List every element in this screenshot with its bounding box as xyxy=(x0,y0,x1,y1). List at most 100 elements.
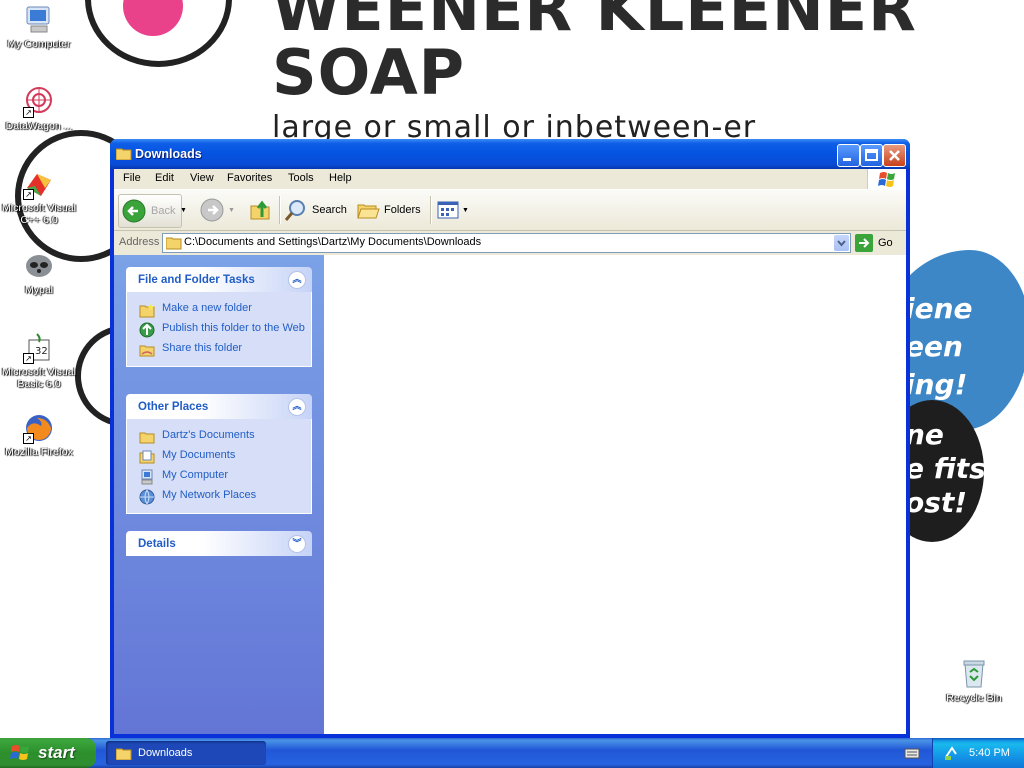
menu-edit[interactable]: Edit xyxy=(155,172,174,184)
menu-file[interactable]: File xyxy=(123,172,141,184)
wallpaper-text: iene xyxy=(905,292,973,325)
back-button[interactable]: Back xyxy=(118,194,182,228)
back-label: Back xyxy=(151,205,176,217)
network-places-icon xyxy=(139,489,155,505)
chevron-down-icon xyxy=(837,240,846,247)
up-folder-button[interactable] xyxy=(249,194,275,226)
back-dropdown[interactable]: ▼ xyxy=(180,194,190,226)
panel-header[interactable]: Other Places ︽ xyxy=(126,394,312,419)
wallpaper-ring xyxy=(85,0,232,67)
desktop-icon-firefox[interactable]: ↗ Mozilla Firefox xyxy=(1,412,77,458)
folders-icon xyxy=(357,204,380,219)
panel-title: File and Folder Tasks xyxy=(138,274,255,286)
desktop-icon-label: Microsoft Visual C++ 6.0 xyxy=(2,202,76,226)
taskbar-button-downloads[interactable]: Downloads xyxy=(106,741,266,765)
place-label: My Network Places xyxy=(162,489,257,501)
menu-help[interactable]: Help xyxy=(329,172,352,184)
menu-tools[interactable]: Tools xyxy=(288,172,314,184)
desktop-icon-label: Recycle Bin xyxy=(946,692,1002,704)
svg-text:32: 32 xyxy=(35,346,48,357)
mypal-icon xyxy=(23,250,55,282)
up-folder-icon xyxy=(250,200,270,220)
menu-bar: File Edit View Favorites Tools Help xyxy=(114,169,906,190)
windows-logo-icon xyxy=(867,169,906,189)
go-button[interactable]: Go xyxy=(855,233,893,253)
forward-button[interactable]: ▼ xyxy=(200,194,238,226)
minimize-button[interactable] xyxy=(837,144,860,167)
go-arrow-icon xyxy=(855,234,873,252)
title-bar[interactable]: Downloads xyxy=(110,139,910,169)
desktop-icon-visual-basic[interactable]: 32 ↗ Microsoft Visual Basic 6.0 xyxy=(1,332,77,390)
keyboard-tray-icon[interactable] xyxy=(904,746,920,763)
new-folder-icon xyxy=(139,303,155,318)
task-make-new-folder[interactable]: Make a new folder xyxy=(127,300,311,320)
share-folder-icon xyxy=(139,345,155,357)
toolbar: Back ▼ ▼ Search Folders ▼ xyxy=(114,190,906,231)
wallpaper-text: een xyxy=(905,330,963,363)
start-button[interactable]: start xyxy=(0,738,96,768)
window-title: Downloads xyxy=(135,147,202,161)
menu-view[interactable]: View xyxy=(190,172,214,184)
address-input[interactable]: C:\Documents and Settings\Dartz\My Docum… xyxy=(162,233,851,253)
toolbar-separator xyxy=(279,196,281,224)
folder-contents[interactable] xyxy=(324,255,906,734)
place-label: Dartz's Documents xyxy=(162,429,255,441)
desktop-icon-visual-cpp[interactable]: ↗ Microsoft Visual C++ 6.0 xyxy=(1,168,77,226)
folder-icon xyxy=(115,147,132,161)
panel-header[interactable]: File and Folder Tasks ︽ xyxy=(126,267,312,292)
desktop-icon-datawagon[interactable]: ↗ DataWagon ... xyxy=(1,86,77,132)
place-my-computer[interactable]: My Computer xyxy=(127,467,311,487)
wallpaper-text: ne xyxy=(905,418,944,451)
recycle-bin-icon xyxy=(958,658,990,690)
panel-header[interactable]: Details ︾ xyxy=(126,531,312,556)
address-dropdown[interactable] xyxy=(834,235,849,251)
start-label: start xyxy=(38,743,75,762)
panel-title: Details xyxy=(138,538,176,550)
desktop-icon-label: My Computer xyxy=(7,38,71,50)
task-label: Make a new folder xyxy=(162,302,252,314)
desktop-icon-label: Mozilla Firefox xyxy=(5,446,73,458)
task-pane: File and Folder Tasks ︽ Make a new folde… xyxy=(114,255,324,734)
search-button[interactable]: Search xyxy=(284,194,350,226)
collapse-chevron-icon[interactable]: ︽ xyxy=(288,398,306,416)
visual-basic-icon: 32 ↗ xyxy=(23,332,55,364)
clock[interactable]: 5:40 PM xyxy=(969,747,1010,759)
wallpaper-text: ing! xyxy=(905,368,968,401)
my-computer-icon xyxy=(23,4,55,36)
expand-chevron-icon[interactable]: ︾ xyxy=(288,535,306,553)
task-publish-folder[interactable]: Publish this folder to the Web xyxy=(127,320,311,340)
desktop-icon-label: Microsoft Visual Basic 6.0 xyxy=(2,366,76,390)
desktop-icon-label: Mypal xyxy=(24,284,53,296)
views-button[interactable]: ▼ xyxy=(436,194,472,226)
visual-cpp-icon: ↗ xyxy=(23,168,55,200)
wallpaper-text: e fits xyxy=(905,452,986,485)
address-path: C:\Documents and Settings\Dartz\My Docum… xyxy=(184,236,482,248)
folders-label: Folders xyxy=(384,204,421,216)
place-my-documents[interactable]: My Documents xyxy=(127,447,311,467)
collapse-chevron-icon[interactable]: ︽ xyxy=(288,271,306,289)
folder-icon xyxy=(139,432,155,444)
close-button[interactable] xyxy=(883,144,906,167)
taskbar: start Downloads 5:40 PM xyxy=(0,738,1024,768)
desktop-icon-my-computer[interactable]: My Computer xyxy=(1,4,77,50)
my-documents-icon xyxy=(139,450,155,464)
network-tray-icon[interactable] xyxy=(943,745,959,764)
task-label: Share this folder xyxy=(162,342,243,354)
maximize-button[interactable] xyxy=(860,144,883,167)
panel-file-folder-tasks: File and Folder Tasks ︽ Make a new folde… xyxy=(126,267,312,367)
desktop-icon-recycle-bin[interactable]: Recycle Bin xyxy=(936,658,1012,704)
address-bar: Address C:\Documents and Settings\Dartz\… xyxy=(114,231,906,255)
task-label: Publish this folder to the Web xyxy=(162,322,305,334)
explorer-window[interactable]: Downloads File Edit View Favorites Tools… xyxy=(110,139,910,738)
place-my-network-places[interactable]: My Network Places xyxy=(127,487,311,507)
windows-logo-icon xyxy=(10,745,29,760)
minimize-icon xyxy=(843,158,851,161)
menu-favorites[interactable]: Favorites xyxy=(227,172,272,184)
publish-web-icon xyxy=(139,322,155,338)
task-share-folder[interactable]: Share this folder xyxy=(127,340,311,360)
wallpaper-text: ost! xyxy=(905,486,968,519)
place-dartz-documents[interactable]: Dartz's Documents xyxy=(127,427,311,447)
desktop-icon-mypal[interactable]: Mypal xyxy=(1,250,77,296)
datawagon-icon: ↗ xyxy=(23,86,55,118)
folders-button[interactable]: Folders xyxy=(356,194,424,226)
